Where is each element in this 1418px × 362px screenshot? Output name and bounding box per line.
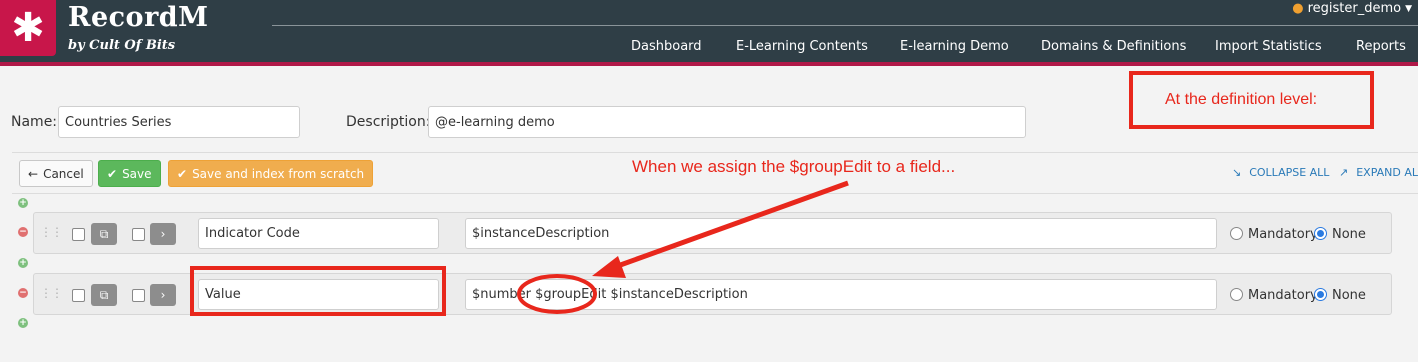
groupedit-highlight-ellipse bbox=[517, 274, 597, 314]
annotation-arrow-line bbox=[611, 180, 849, 271]
annotation-arrow-head bbox=[592, 256, 626, 278]
annotation-overlay bbox=[517, 180, 849, 314]
